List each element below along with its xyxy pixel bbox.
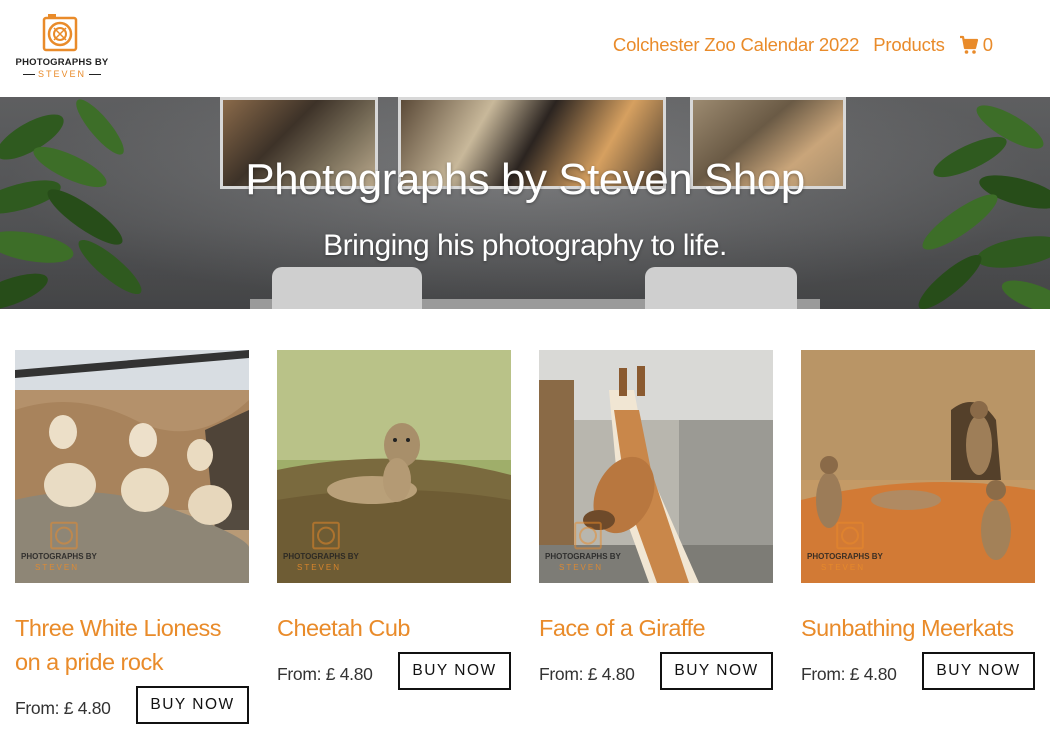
site-logo[interactable]: PHOTOGRAPHS BY STEVEN <box>15 12 109 82</box>
product-image[interactable]: PHOTOGRAPHS BY STEVEN <box>15 350 249 583</box>
product-title[interactable]: Cheetah Cub <box>277 611 511 645</box>
watermark-line1: PHOTOGRAPHS BY <box>21 552 97 561</box>
camera-aperture-icon <box>574 521 602 550</box>
product-card: PHOTOGRAPHS BY STEVEN Three White Liones… <box>15 350 249 728</box>
watermark: PHOTOGRAPHS BY STEVEN <box>807 518 891 578</box>
camera-aperture-icon <box>42 14 78 52</box>
product-image[interactable]: PHOTOGRAPHS BY STEVEN <box>801 350 1035 583</box>
hero-title: Photographs by Steven Shop <box>245 155 805 204</box>
watermark-line1: PHOTOGRAPHS BY <box>807 552 883 561</box>
product-card: PHOTOGRAPHS BY STEVEN Face of a Giraffe … <box>539 350 773 694</box>
product-card: PHOTOGRAPHS BY STEVEN Cheetah Cub From: … <box>277 350 511 694</box>
sofa-cushion <box>272 267 422 309</box>
watermark-line2: STEVEN <box>35 563 80 572</box>
product-title[interactable]: Sunbathing Meerkats <box>801 611 1035 645</box>
camera-aperture-icon <box>50 521 78 550</box>
nav-link-calendar[interactable]: Colchester Zoo Calendar 2022 <box>613 34 860 56</box>
main-nav: Colchester Zoo Calendar 2022 Products 0 <box>613 34 993 56</box>
product-card: PHOTOGRAPHS BY STEVEN Sunbathing Meerkat… <box>801 350 1035 694</box>
product-image[interactable]: PHOTOGRAPHS BY STEVEN <box>277 350 511 583</box>
buy-now-button[interactable]: BUY NOW <box>922 652 1035 690</box>
watermark-line2: STEVEN <box>821 563 866 572</box>
product-price: From: £ 4.80 <box>15 698 111 718</box>
product-image[interactable]: PHOTOGRAPHS BY STEVEN <box>539 350 773 583</box>
shopping-cart-icon <box>959 35 978 54</box>
product-title[interactable]: Three White Lioness on a pride rock <box>15 611 249 679</box>
camera-aperture-icon <box>836 521 864 550</box>
product-title[interactable]: Face of a Giraffe <box>539 611 773 645</box>
hero-subtitle: Bringing his photography to life. <box>323 229 727 262</box>
camera-aperture-icon <box>312 521 340 550</box>
buy-now-button[interactable]: BUY NOW <box>660 652 773 690</box>
logo-text-line1: PHOTOGRAPHS BY <box>15 57 109 68</box>
product-price: From: £ 4.80 <box>277 664 373 684</box>
watermark: PHOTOGRAPHS BY STEVEN <box>21 518 105 578</box>
cart-link[interactable]: 0 <box>959 34 993 56</box>
watermark: PHOTOGRAPHS BY STEVEN <box>545 518 629 578</box>
watermark-line1: PHOTOGRAPHS BY <box>283 552 359 561</box>
watermark-line1: PHOTOGRAPHS BY <box>545 552 621 561</box>
hero-banner: Photographs by Steven Shop Bringing his … <box>0 97 1050 309</box>
watermark-line2: STEVEN <box>559 563 604 572</box>
buy-now-button[interactable]: BUY NOW <box>136 686 249 724</box>
cart-count: 0 <box>982 34 993 55</box>
site-header: PHOTOGRAPHS BY STEVEN Colchester Zoo Cal… <box>0 0 1050 97</box>
watermark-line2: STEVEN <box>297 563 342 572</box>
watermark: PHOTOGRAPHS BY STEVEN <box>283 518 367 578</box>
sofa-cushion <box>645 267 797 309</box>
nav-link-products[interactable]: Products <box>873 34 945 56</box>
product-price: From: £ 4.80 <box>801 664 897 684</box>
logo-text-line2: STEVEN <box>15 69 109 79</box>
product-price: From: £ 4.80 <box>539 664 635 684</box>
buy-now-button[interactable]: BUY NOW <box>398 652 511 690</box>
